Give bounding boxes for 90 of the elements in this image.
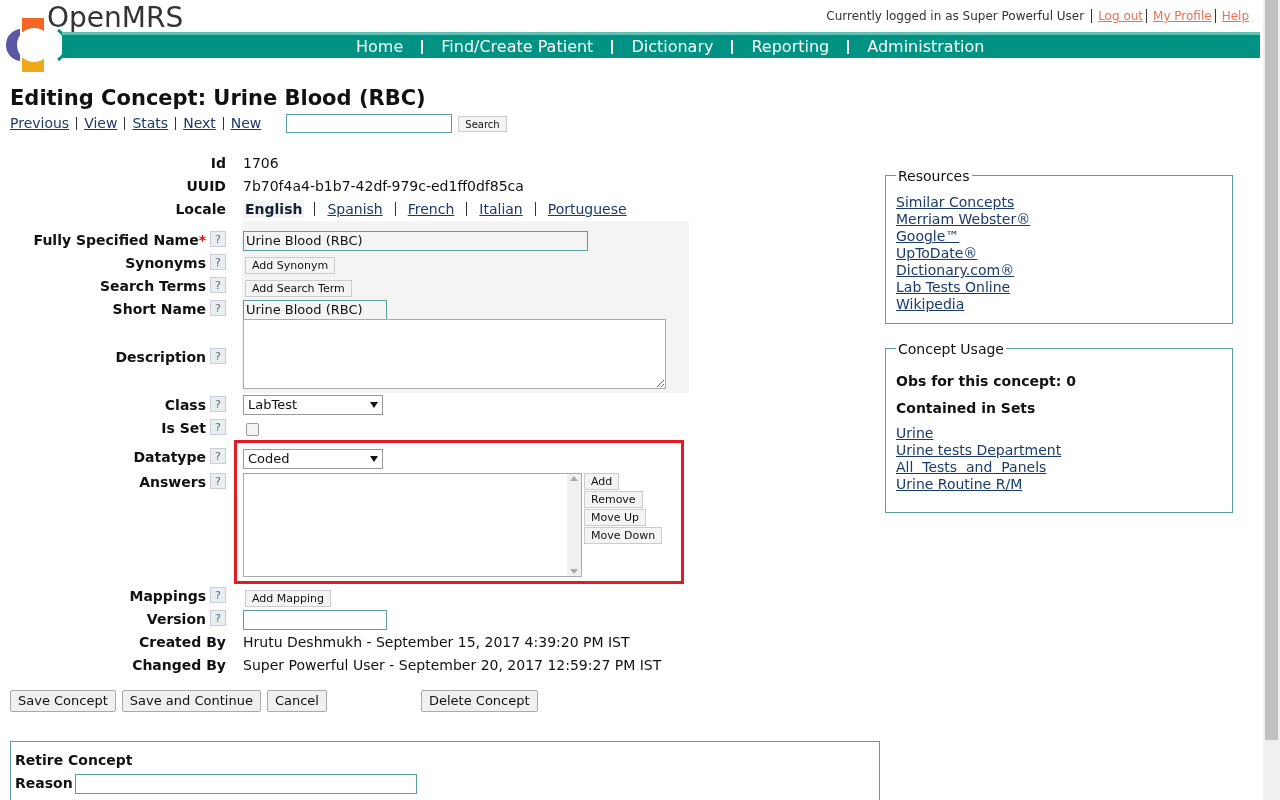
scrollbar[interactable]	[567, 474, 581, 576]
help-icon[interactable]: ?	[210, 254, 226, 270]
help-icon[interactable]: ?	[210, 419, 226, 435]
field-label: Id	[210, 154, 226, 172]
field-label: UUID	[186, 177, 226, 195]
help-icon[interactable]: ?	[210, 587, 226, 603]
logo-text: OpenMRS	[47, 0, 184, 36]
set-link[interactable]: Urine Routine R/M	[896, 476, 1023, 493]
field-value: 7b70f4a4-b1b7-42df-979c-ed1ff0df85ca	[243, 178, 524, 194]
field-label: Changed By	[132, 656, 226, 674]
field-label: Is Set	[161, 419, 206, 437]
field-label: Answers	[139, 473, 206, 491]
add-button[interactable]: Add Mapping	[245, 589, 331, 607]
locale-tab[interactable]: English	[243, 200, 305, 218]
concept-link[interactable]: Stats	[132, 113, 169, 134]
resource-link[interactable]: UpToDate®	[896, 245, 978, 262]
resource-link[interactable]: Dictionary.com®	[896, 262, 1015, 279]
scroll-down-icon[interactable]	[570, 569, 578, 574]
select-field[interactable]: LabTest	[243, 395, 383, 415]
nav-link[interactable]: Home	[356, 34, 404, 59]
concept-link[interactable]: View	[84, 113, 118, 134]
text-field[interactable]: Urine Blood (RBC)	[243, 230, 588, 251]
field-value: Super Powerful User - September 20, 2017 12:59:27 PM IST	[243, 657, 662, 673]
list-button[interactable]: Add	[584, 473, 620, 490]
field-value: Hrutu Deshmukh - September 15, 2017 4:39:20 PM IST	[243, 634, 630, 650]
resource-link[interactable]: Merriam Webster®	[896, 211, 1031, 228]
help-icon[interactable]: ?	[210, 448, 226, 464]
field-label: Short Name	[112, 300, 206, 318]
nav-link[interactable]: Find/Create Patient	[441, 34, 594, 59]
resource-link[interactable]: Lab Tests Online	[896, 279, 1011, 296]
field-label: Description	[115, 348, 206, 366]
retire-title: Retire Concept	[15, 751, 134, 770]
help-icon[interactable]: ?	[210, 348, 226, 364]
text-field[interactable]: Urine Blood (RBC)	[243, 299, 387, 320]
set-link[interactable]: Urine tests Department	[896, 442, 1062, 459]
help-icon[interactable]: ?	[210, 610, 226, 626]
select-field[interactable]: Coded	[243, 449, 383, 469]
list-button[interactable]: Move Up	[584, 509, 647, 526]
field-value: 1706	[243, 155, 279, 171]
field-label: Search Terms	[99, 277, 206, 295]
scroll-up-icon[interactable]	[570, 476, 578, 481]
field-label: Class	[164, 396, 206, 414]
concept-link[interactable]: Previous	[10, 113, 70, 134]
concept-link[interactable]: New	[230, 113, 262, 134]
help-icon[interactable]: ?	[210, 231, 226, 247]
search-button[interactable]: Search	[458, 115, 507, 132]
resource-link[interactable]: Wikipedia	[896, 296, 965, 313]
resource-link[interactable]: Google™	[896, 228, 960, 245]
help-icon[interactable]: ?	[210, 277, 226, 293]
answers-list[interactable]	[243, 473, 582, 577]
page-scrollbar[interactable]	[1263, 0, 1280, 800]
set-link[interactable]: All Tests and Panels	[896, 459, 1047, 476]
field-label: Created By	[139, 633, 226, 651]
locale-tab[interactable]: French	[405, 200, 457, 218]
nav-link[interactable]: Administration	[867, 34, 985, 59]
help-icon[interactable]: ?	[210, 300, 226, 316]
checkbox[interactable]	[246, 423, 259, 436]
resource-link[interactable]: Similar Concepts	[896, 194, 1015, 211]
set-link[interactable]: Urine	[896, 425, 934, 442]
action-button[interactable]: Save and Continue	[121, 690, 261, 712]
locale-tab[interactable]: Spanish	[325, 200, 385, 218]
nav-link[interactable]: Dictionary	[631, 34, 714, 59]
field-label: Datatype	[133, 448, 206, 466]
help-icon[interactable]: ?	[210, 396, 226, 412]
list-button[interactable]: Move Down	[584, 527, 663, 544]
action-button[interactable]: Cancel	[266, 690, 327, 712]
locale-tab[interactable]: Portuguese	[545, 200, 629, 218]
caret-icon	[370, 456, 378, 462]
action-button[interactable]: Delete Concept	[420, 690, 538, 712]
text-field[interactable]	[243, 609, 387, 630]
field-label: Fully Specified Name*	[33, 231, 206, 249]
field-label: Mappings	[129, 587, 206, 605]
login-status: Currently logged in as Super Powerful User	[826, 8, 1085, 25]
description-field[interactable]	[243, 318, 666, 389]
sets-heading: Contained in Sets	[896, 399, 1037, 418]
field-label: Locale	[175, 200, 226, 218]
action-button[interactable]: Save Concept	[10, 690, 116, 712]
search-field[interactable]	[286, 114, 453, 133]
field-label: Synonyms	[125, 254, 206, 272]
caret-icon	[370, 402, 378, 408]
locale-tab[interactable]: Italian	[477, 200, 525, 218]
reason-label: Reason	[15, 774, 73, 793]
help-icon[interactable]: ?	[210, 473, 226, 489]
reason-field[interactable]	[74, 773, 417, 794]
page-title: Editing Concept: Urine Blood (RBC)	[10, 85, 427, 112]
concept-link[interactable]: Next	[183, 113, 216, 134]
nav-link[interactable]: Reporting	[751, 34, 830, 59]
field-label: Version	[146, 610, 206, 628]
obs-count: Obs for this concept: 0	[896, 372, 1077, 391]
list-button[interactable]: Remove	[584, 491, 643, 508]
